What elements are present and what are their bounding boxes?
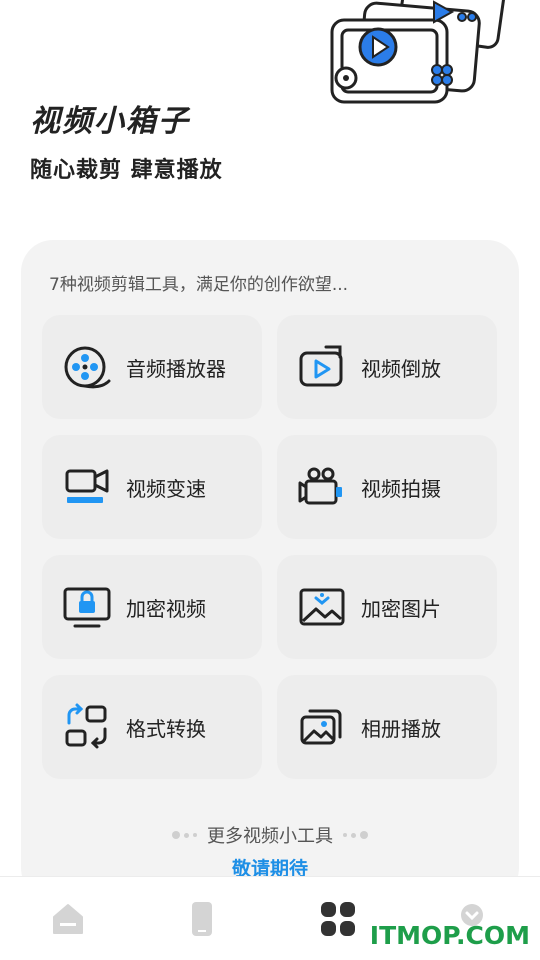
tool-label: 视频倒放 <box>361 356 441 381</box>
tool-encrypt-video[interactable]: 加密视频 <box>42 555 262 659</box>
tool-label: 加密图片 <box>361 596 441 621</box>
tool-label: 视频拍摄 <box>361 476 441 501</box>
tool-label: 格式转换 <box>126 716 206 741</box>
app-slogan: 随心裁剪 肆意播放 <box>30 158 223 183</box>
tool-label: 相册播放 <box>361 716 441 741</box>
tool-video-speed[interactable]: 视频变速 <box>42 435 262 539</box>
audio-reel-icon <box>58 338 116 396</box>
nav-phone[interactable] <box>180 897 224 941</box>
video-camera-icon <box>293 458 351 516</box>
more-tools-text: 更多视频小工具 <box>207 826 333 847</box>
panel-description: 7种视频剪辑工具，满足你的创作欲望... <box>49 275 349 295</box>
decorative-dots-left <box>172 831 197 839</box>
video-speed-icon <box>58 458 116 516</box>
video-reverse-icon <box>293 338 351 396</box>
decorative-dots-right <box>343 831 368 839</box>
tool-label: 加密视频 <box>126 596 206 621</box>
tool-encrypt-image[interactable]: 加密图片 <box>277 555 497 659</box>
more-tools-row: 更多视频小工具 <box>21 822 519 848</box>
apps-grid-icon <box>321 902 355 936</box>
tool-label: 视频变速 <box>126 476 206 501</box>
video-player-illustration <box>330 0 507 104</box>
site-watermark: ITMOP.COM <box>369 921 530 950</box>
phone-icon <box>192 902 212 936</box>
app-title: 视频小箱子 <box>30 104 190 139</box>
nav-home[interactable] <box>46 897 90 941</box>
tool-video-capture[interactable]: 视频拍摄 <box>277 435 497 539</box>
tool-audio-player[interactable]: 音频播放器 <box>42 315 262 419</box>
tools-panel: 7种视频剪辑工具，满足你的创作欲望... 音频播放器 视频倒放 视频变速 视频拍… <box>21 240 519 900</box>
locked-image-icon <box>293 578 351 636</box>
locked-monitor-icon <box>58 578 116 636</box>
home-icon <box>53 904 83 934</box>
album-icon <box>293 698 351 756</box>
nav-apps[interactable] <box>316 897 360 941</box>
format-convert-icon <box>58 698 116 756</box>
tool-label: 音频播放器 <box>126 356 226 381</box>
tool-format-convert[interactable]: 格式转换 <box>42 675 262 779</box>
tool-video-reverse[interactable]: 视频倒放 <box>277 315 497 419</box>
tool-album-play[interactable]: 相册播放 <box>277 675 497 779</box>
